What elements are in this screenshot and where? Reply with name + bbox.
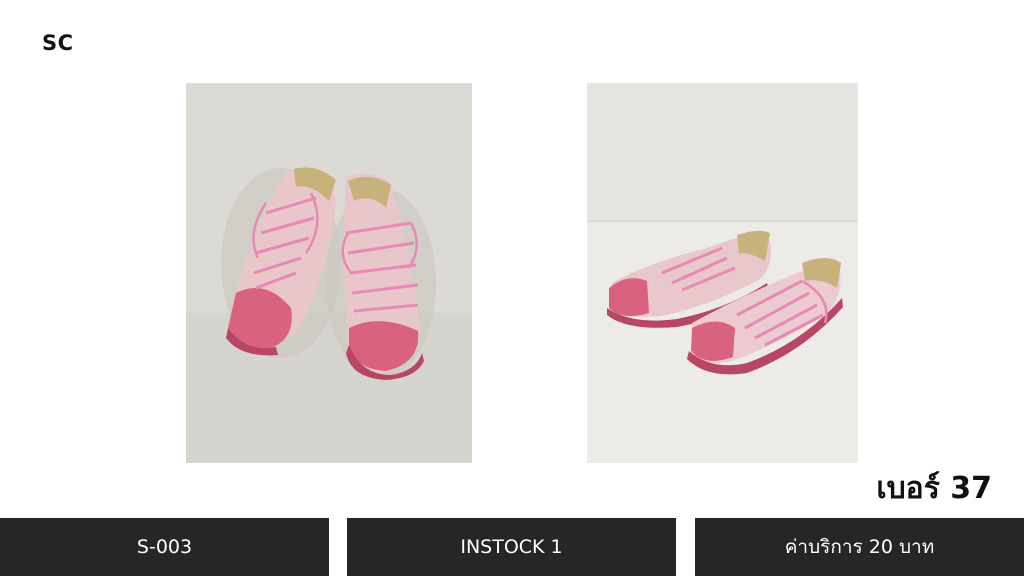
brand-logo: SC [42, 31, 74, 55]
product-code-bar: S-003 [0, 518, 329, 576]
service-fee-bar: ค่าบริการ 20 บาท [695, 518, 1024, 576]
product-photo-side[interactable] [587, 83, 858, 463]
sneakers-front-image [186, 83, 472, 463]
sneakers-side-image [587, 83, 858, 463]
product-photo-front[interactable] [186, 83, 472, 463]
size-label: เบอร์ 37 [876, 471, 992, 506]
stock-status-bar: INSTOCK 1 [347, 518, 676, 576]
